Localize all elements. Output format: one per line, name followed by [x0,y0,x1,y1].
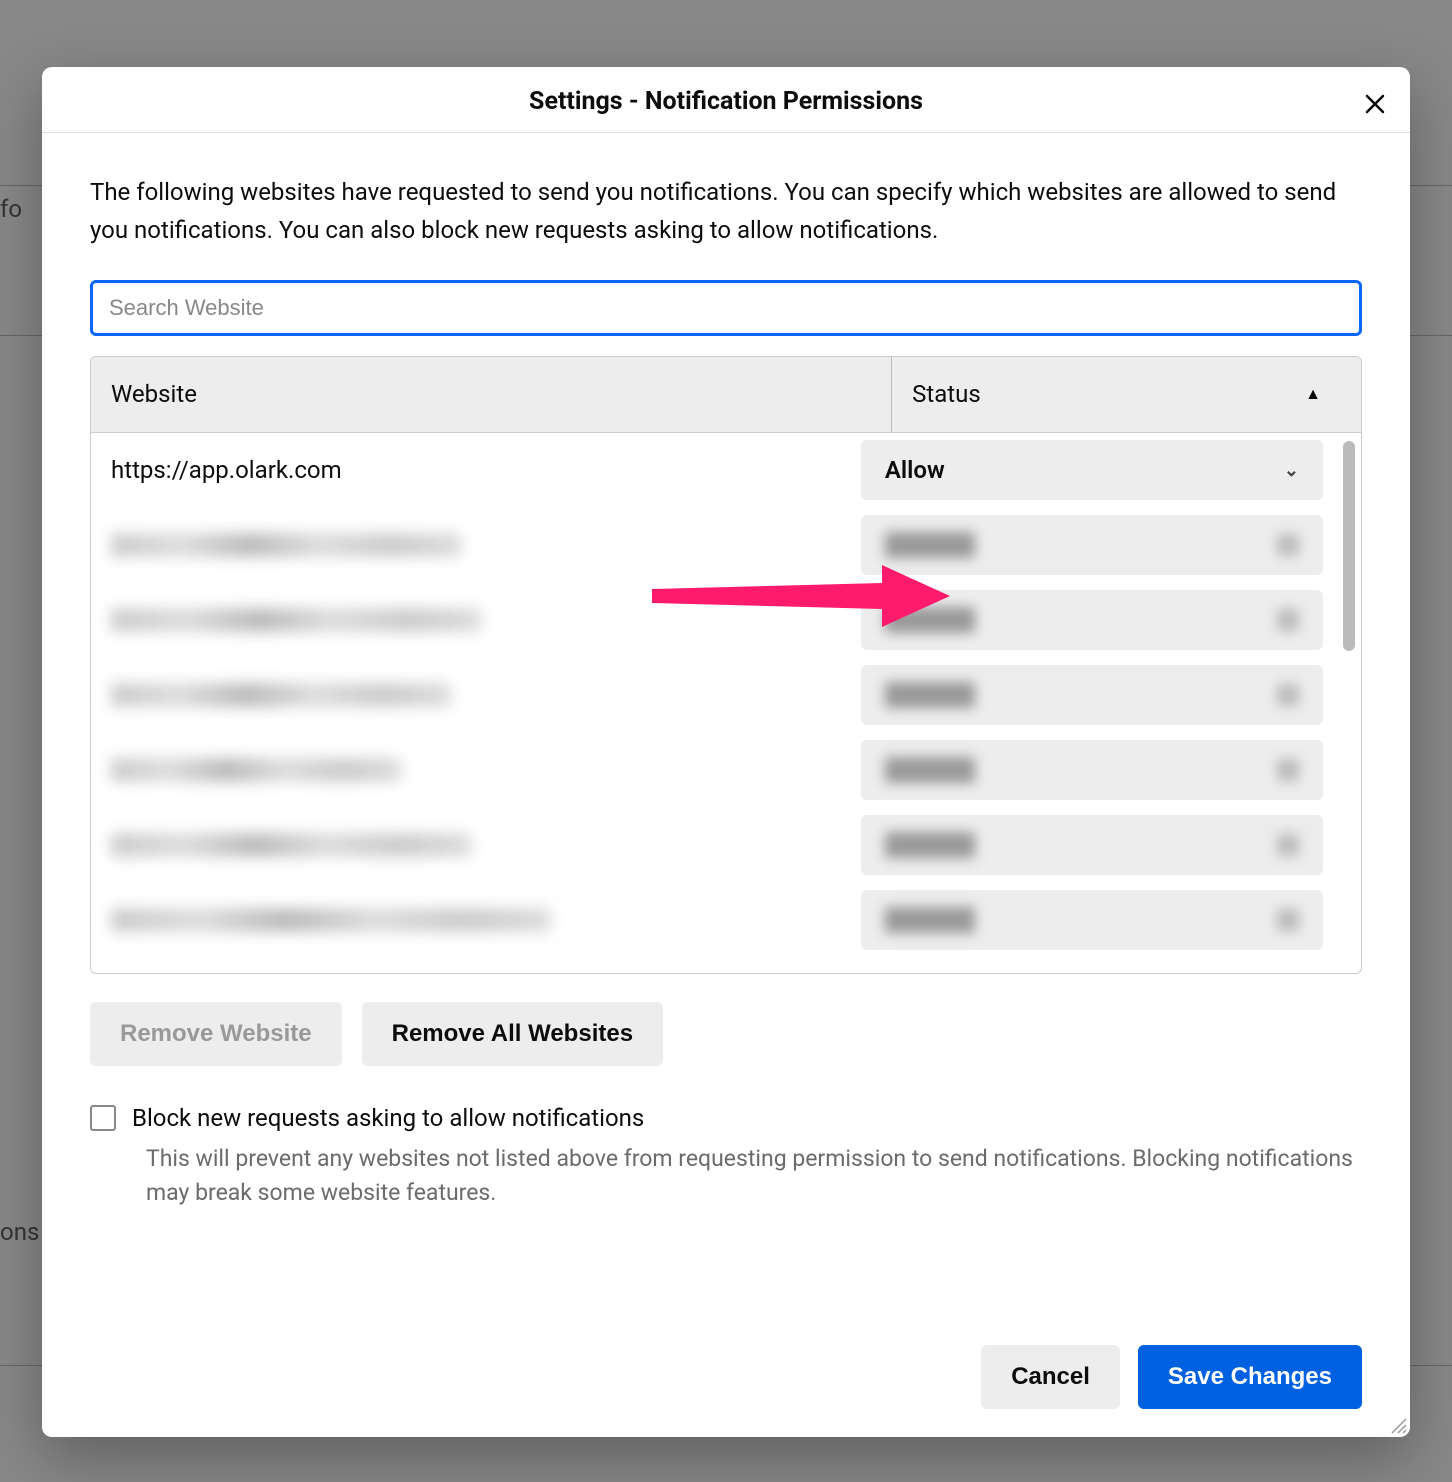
resize-handle-icon[interactable] [1388,1415,1408,1435]
website-url-blurred [107,758,861,782]
website-url-blurred [107,683,861,707]
bg-text-fragment: fo [0,195,22,223]
column-header-status[interactable]: Status ▲ [891,357,1361,432]
dialog-description: The following websites have requested to… [90,173,1362,250]
settings-dialog: Settings - Notification Permissions The … [42,67,1410,1437]
table-row[interactable] [91,658,1339,733]
save-changes-button[interactable]: Save Changes [1138,1345,1362,1409]
dialog-body: The following websites have requested to… [42,133,1410,1345]
table-header: Website Status ▲ [91,357,1361,433]
remove-website-button[interactable]: Remove Website [90,1002,342,1066]
permissions-table: Website Status ▲ https://app.olark.com A… [90,356,1362,974]
status-select[interactable] [861,740,1323,800]
close-icon [1363,92,1387,116]
bg-text-fragment: ons [0,1218,39,1246]
block-requests-row: Block new requests asking to allow notif… [90,1104,1362,1132]
table-row[interactable] [91,583,1339,658]
cancel-button[interactable]: Cancel [981,1345,1120,1409]
status-select[interactable] [861,665,1323,725]
chevron-down-icon: ⌄ [1284,460,1299,481]
block-requests-checkbox[interactable] [90,1105,116,1131]
block-requests-label: Block new requests asking to allow notif… [132,1104,644,1132]
status-value: Allow [885,456,945,484]
table-actions: Remove Website Remove All Websites [90,1002,1362,1066]
dialog-footer: Cancel Save Changes [42,1345,1410,1437]
search-input[interactable] [90,280,1362,336]
status-select[interactable] [861,515,1323,575]
block-requests-help: This will prevent any websites not liste… [146,1142,1362,1211]
status-select[interactable] [861,815,1323,875]
scrollbar[interactable] [1343,441,1355,651]
website-url-blurred [107,833,861,857]
column-header-status-label: Status [912,380,981,408]
sort-ascending-icon: ▲ [1305,384,1321,404]
website-url: https://app.olark.com [107,456,861,484]
table-body: https://app.olark.com Allow ⌄ [91,433,1339,973]
status-select[interactable] [861,590,1323,650]
website-url-blurred [107,908,861,932]
dialog-header: Settings - Notification Permissions [42,67,1410,133]
table-row[interactable] [91,808,1339,883]
website-url-blurred [107,533,861,557]
table-row[interactable] [91,508,1339,583]
status-select[interactable]: Allow ⌄ [861,440,1323,500]
table-row[interactable] [91,883,1339,958]
website-url-blurred [107,608,861,632]
status-select[interactable] [861,890,1323,950]
table-row[interactable]: https://app.olark.com Allow ⌄ [91,433,1339,508]
close-button[interactable] [1360,89,1390,119]
column-header-website[interactable]: Website [91,357,891,432]
dialog-title: Settings - Notification Permissions [70,87,1382,116]
table-row[interactable] [91,733,1339,808]
remove-all-websites-button[interactable]: Remove All Websites [362,1002,663,1066]
